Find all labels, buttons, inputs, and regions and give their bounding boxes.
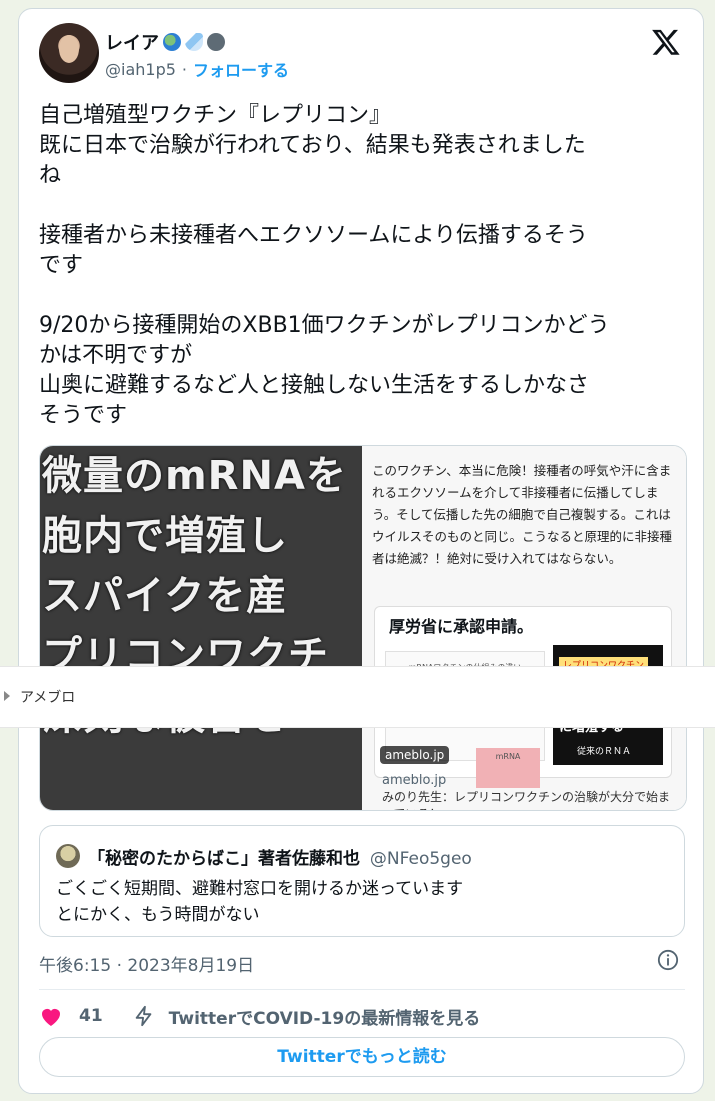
link-preview-blurb: このワクチン、本当に危険！接種者の呼気や汗に含まれるエクソソームを介して非接種者… xyxy=(372,463,673,566)
quoted-author-handle: @NFeo5geo xyxy=(369,849,472,869)
user-name[interactable]: レイア xyxy=(105,29,159,55)
image-text-line: 微量のmRNAを xyxy=(42,453,347,499)
heart-icon[interactable] xyxy=(39,1005,63,1027)
avatar[interactable] xyxy=(39,23,99,83)
globe-emoji-icon xyxy=(163,33,181,51)
action-bar: 41 TwitterでCOVID-19の最新情報を見る xyxy=(39,1001,480,1031)
separator: · xyxy=(181,59,187,79)
follow-button[interactable]: フォローする xyxy=(193,57,289,81)
link-description: みのり先生：レプリコンワクチンの治験が大分で始まっている！ xyxy=(382,790,671,810)
ameblo-label: アメブロ xyxy=(20,690,76,706)
quoted-author[interactable]: 「秘密のたからばこ」著者佐藤和也 @NFeo5geo xyxy=(88,844,472,869)
divider xyxy=(39,989,685,990)
replicon-label-3: 従来のＲＮＡ xyxy=(577,747,632,757)
dark-circle-emoji-icon xyxy=(207,33,225,51)
mrna-bar-label: mRNA xyxy=(495,752,521,761)
image-text-line: スパイクを産 xyxy=(42,573,288,619)
image-text-line: 胞内で増殖し xyxy=(42,513,288,559)
tweet-card: レイア @iah1p5 · フォローする 自己増殖型ワクチン『レプリコン』 既に… xyxy=(18,8,704,1094)
inner-title: 厚労省に承認申請。 xyxy=(389,617,534,636)
domain-badge: ameblo.jp xyxy=(380,746,450,764)
quoted-avatar[interactable] xyxy=(56,844,80,868)
lightning-bolt-icon xyxy=(135,1005,152,1027)
link-preview-image: 微量のmRNAを 胞内で増殖し スパイクを産 プリコンワクチ 深刻な被害を xyxy=(40,446,362,810)
like-count[interactable]: 41 xyxy=(79,1006,103,1026)
link-domain: ameblo.jp xyxy=(382,773,447,788)
x-logo-icon[interactable] xyxy=(651,27,681,57)
link-preview-card[interactable]: 微量のmRNAを 胞内で増殖し スパイクを産 プリコンワクチ 深刻な被害を この… xyxy=(39,445,687,811)
quoted-text: ごくごく短期間、避難村窓口を開けるか迷っています とにかく、もう時間がない xyxy=(56,879,464,925)
quoted-author-name: 「秘密のたからばこ」著者佐藤和也 xyxy=(88,849,360,869)
link-preview-footer: ameblo.jp みのり先生：レプリコンワクチンの治験が大分で始まっている！ xyxy=(382,772,678,810)
quoted-tweet[interactable]: 「秘密のたからばこ」著者佐藤和也 @NFeo5geo ごくごく短期間、避難村窓口… xyxy=(39,825,685,937)
read-more-button[interactable]: Twitterでもっと読む xyxy=(39,1037,685,1077)
covid-info-link[interactable]: TwitterでCOVID-19の最新情報を見る xyxy=(169,1004,481,1029)
play-triangle-icon xyxy=(4,691,10,701)
timestamp[interactable]: 午後6:15 · 2023年8月19日 xyxy=(39,951,254,976)
info-icon[interactable] xyxy=(657,949,679,971)
comet-emoji-icon xyxy=(185,33,203,51)
user-name-row[interactable]: レイア xyxy=(105,29,225,55)
user-handle[interactable]: @iah1p5 xyxy=(105,60,176,79)
tweet-text: 自己増殖型ワクチン『レプリコン』 既に日本で治験が行われており、結果も発表されま… xyxy=(39,103,610,428)
handle-row: @iah1p5 · フォローする xyxy=(105,57,289,81)
ameblo-bar[interactable]: アメブロ xyxy=(0,666,715,728)
